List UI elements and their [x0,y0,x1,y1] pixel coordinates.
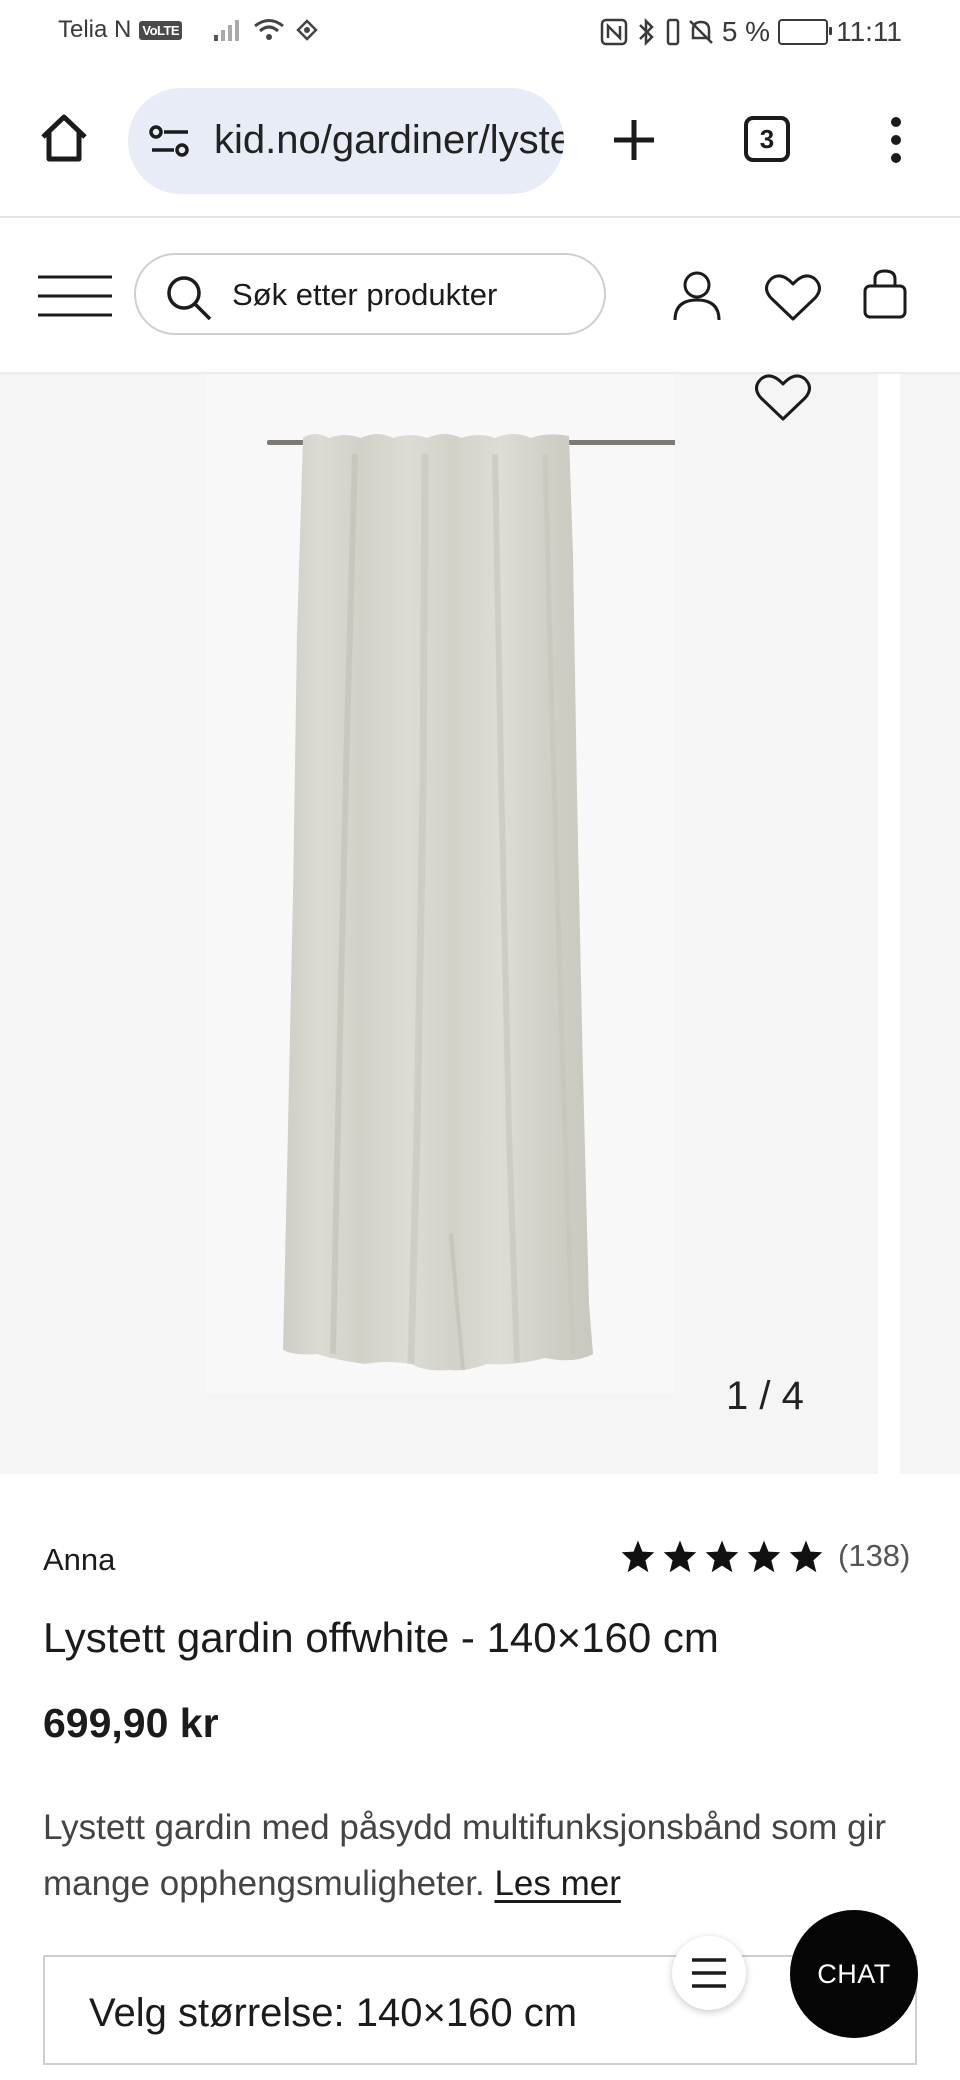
rating-stars [620,1539,824,1573]
gallery-wishlist-button[interactable] [754,374,812,422]
more-icon [891,117,901,163]
url-text: kid.no/gardiner/lystett-gardin-offwhite [214,118,564,162]
new-tab-button[interactable] [610,116,658,164]
read-more-link[interactable]: Les mer [494,1864,620,1903]
cart-icon [863,269,907,319]
network-icons [212,17,318,43]
home-button[interactable] [38,112,90,164]
volte-badge: VoLTE [139,20,183,40]
menu-button[interactable] [38,274,112,318]
star-icon [789,1540,823,1573]
gallery-slide[interactable]: 1 / 4 [0,374,878,1474]
battery-percent: 5 % [721,16,771,47]
star-icon [705,1540,739,1573]
search-box[interactable] [134,253,606,335]
browser-menu-button[interactable] [886,116,906,164]
address-bar[interactable]: kid.no/gardiner/lystett-gardin-offwhite [128,88,564,194]
search-input[interactable] [232,275,582,315]
next-slide-peek[interactable] [900,374,960,1474]
tab-switcher-button[interactable]: 3 [744,116,790,162]
menu-icon [38,275,112,317]
product-rating[interactable]: (138) [620,1538,910,1574]
wishlist-icon [765,274,821,321]
product-gallery[interactable]: 1 / 4 [0,374,960,1474]
status-right: 5 % 11:11 [600,16,902,48]
bluetooth-icon [638,17,654,47]
product-title: Lystett gardin offwhite - 140×160 cm [43,1614,719,1661]
clock: 11:11 [836,16,902,47]
carrier-name: Telia N [58,16,132,43]
vibrate-icon [666,18,680,46]
product-image[interactable] [205,374,675,1394]
list-icon [692,1958,726,1988]
battery-icon [778,19,833,45]
wifi-icon [254,19,285,40]
list-menu-button[interactable] [672,1936,746,2010]
account-button[interactable] [672,270,722,322]
status-bar: Telia N VoLTE 5 % 11:11 [0,0,960,68]
mute-bell-icon [688,20,713,44]
search-icon [167,276,212,321]
home-icon [41,114,87,162]
size-selector-label: Velg størrelse: 140×160 cm [89,1991,578,2035]
account-icon [673,271,721,321]
nfc-icon [600,18,628,46]
site-settings-icon[interactable] [148,124,192,158]
star-icon [663,1540,697,1573]
product-price: 699,90 kr [43,1700,219,1746]
description-text: Lystett gardin med påsydd multifunksjons… [43,1808,887,1903]
location-icon [296,19,318,41]
image-counter: 1 / 4 [726,1374,804,1418]
star-icon [747,1540,781,1573]
cart-button[interactable] [862,268,908,320]
status-left: Telia N VoLTE [58,16,318,44]
size-selector[interactable]: Velg størrelse: 140×160 cm [43,1955,917,2065]
star-icon [621,1540,655,1573]
site-header [0,218,960,374]
product-brand[interactable]: Anna [43,1542,115,1578]
review-count: (138) [838,1538,911,1573]
new-tab-icon [614,120,654,160]
signal-icon [214,20,240,41]
curtain-image [267,434,675,1371]
wishlist-button[interactable] [764,274,822,322]
browser-toolbar: kid.no/gardiner/lystett-gardin-offwhite … [0,68,960,218]
product-description: Lystett gardin med påsydd multifunksjons… [43,1800,923,1912]
chat-button[interactable]: CHAT [790,1910,918,2038]
wishlist-heart-icon [755,374,811,421]
